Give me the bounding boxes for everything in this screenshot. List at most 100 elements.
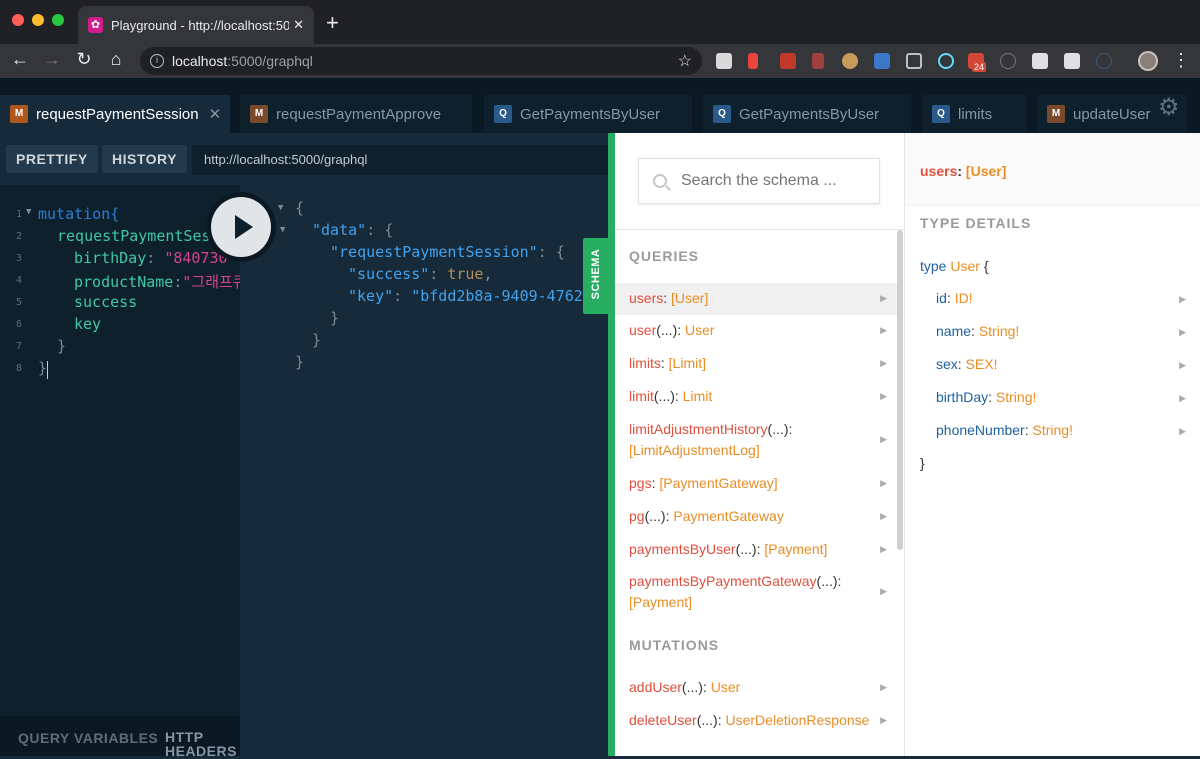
chevron-right-icon: ▶ (1179, 360, 1186, 370)
pocket-icon[interactable] (906, 53, 922, 69)
tab-requestPaymentSession[interactable]: M requestPaymentSession ✕ (0, 95, 230, 133)
url-host: localhost (172, 53, 228, 69)
line-number: 2 (15, 231, 22, 242)
chevron-right-icon: ▶ (880, 358, 887, 368)
extension-icon[interactable] (716, 53, 732, 69)
query-type: [Payment] (629, 594, 693, 610)
query-type: [PaymentGateway] (659, 475, 778, 491)
gmail-icon[interactable] (1032, 53, 1048, 69)
mutation-name: addUser (629, 679, 682, 695)
browser-menu-icon[interactable]: ⋮ (1172, 50, 1190, 70)
browser-tab[interactable]: ✿ Playground - http://localhost:5000 ✕ (78, 6, 314, 44)
schema-panel-edge (608, 133, 615, 756)
query-item-paymentsByUser[interactable]: paymentsByUser(...): [Payment] ▶ (615, 539, 899, 560)
type-field-name[interactable]: name: String! ▶ (936, 323, 1186, 339)
fold-arrow-icon[interactable]: ▼ (26, 207, 31, 217)
cookie-extension-icon[interactable] (842, 53, 858, 69)
query-badge: Q (932, 105, 950, 123)
back-arrow-icon[interactable]: ← (8, 49, 32, 70)
schema-search-box[interactable] (638, 158, 880, 204)
query-item-limit[interactable]: limit(...): Limit ▶ (615, 386, 899, 407)
prettify-button[interactable]: PRETTIFY (6, 145, 98, 173)
tab-GetPaymentsByUser-2[interactable]: Q GetPaymentsByUser (703, 95, 911, 133)
extension-icon[interactable] (1096, 53, 1112, 69)
settings-gear-icon[interactable]: ⚙ (1158, 93, 1180, 122)
chevron-right-icon: ▶ (880, 511, 887, 521)
schema-tab[interactable]: SCHEMA (583, 238, 608, 314)
type-field-phoneNumber[interactable]: phoneNumber: String! ▶ (936, 422, 1186, 438)
close-tab-icon[interactable]: ✕ (209, 105, 222, 123)
query-args: (...) (767, 421, 789, 437)
tab-limits[interactable]: Q limits (922, 95, 1026, 133)
tab-label: GetPaymentsByUser (739, 105, 880, 123)
chevron-right-icon: ▶ (1179, 294, 1186, 304)
schema-search-input[interactable] (681, 172, 871, 190)
query-item-limitAdjustmentHistory[interactable]: limitAdjustmentHistory(...): [LimitAdjust… (615, 419, 899, 461)
profile-avatar[interactable] (1138, 51, 1158, 71)
docs-scrollbar[interactable] (897, 230, 903, 550)
schema-root-column: QUERIES users: [User]▶ user(...): User▶ … (615, 133, 905, 756)
query-name: limit (629, 388, 654, 404)
query-item-user[interactable]: user(...): User ▶ (615, 320, 899, 341)
mutations-heading: MUTATIONS (629, 637, 720, 653)
query-args: (...) (735, 541, 757, 557)
code-line-6: key (74, 315, 102, 333)
endpoint-url-input[interactable]: http://localhost:5000/graphql (192, 145, 610, 175)
query-item-pg[interactable]: pg(...): PaymentGateway ▶ (615, 506, 899, 527)
address-bar[interactable]: i localhost:5000/graphql ☆ (140, 47, 702, 75)
line-number: 1 (15, 209, 22, 220)
extension-icon[interactable] (1000, 53, 1016, 69)
field-type: String! (995, 389, 1037, 405)
mutation-name: deleteUser (629, 712, 697, 728)
chevron-right-icon: ▶ (880, 434, 887, 444)
tab-requestPaymentApprove[interactable]: M requestPaymentApprove (240, 95, 472, 133)
fold-arrow-icon[interactable]: ▼ (280, 225, 285, 235)
query-item-users[interactable]: users: [User] ▶ (615, 283, 899, 315)
close-window-button[interactable] (12, 14, 24, 26)
minimize-window-button[interactable] (32, 14, 44, 26)
execute-query-button[interactable] (206, 192, 276, 262)
forward-arrow-icon[interactable]: → (40, 49, 64, 70)
chevron-right-icon: ▶ (880, 544, 887, 554)
type-field-sex[interactable]: sex: SEX! ▶ (936, 356, 1186, 372)
maximize-window-button[interactable] (52, 14, 64, 26)
bookmark-star-icon[interactable]: ☆ (678, 51, 692, 71)
tab-label: requestPaymentSession (36, 105, 199, 123)
type-field-birthDay[interactable]: birthDay: String! ▶ (936, 389, 1186, 405)
query-type: User (685, 322, 715, 338)
trello-icon[interactable] (1064, 53, 1080, 69)
tab-GetPaymentsByUser[interactable]: Q GetPaymentsByUser (484, 95, 692, 133)
extension-icon[interactable] (812, 53, 824, 69)
type-detail-header: users: [User] (905, 133, 1200, 205)
type-field-id[interactable]: id: ID! ▶ (936, 290, 1186, 306)
extension-icon[interactable] (874, 53, 890, 69)
home-icon[interactable]: ⌂ (104, 49, 128, 70)
react-devtools-icon[interactable] (938, 53, 954, 69)
mutation-item-deleteUser[interactable]: deleteUser(...): UserDeletionResponse ▶ (615, 710, 899, 731)
query-item-limits[interactable]: limits: [Limit] ▶ (615, 353, 899, 374)
mutation-item-addUser[interactable]: addUser(...): User ▶ (615, 677, 899, 698)
line-number: 3 (15, 253, 22, 264)
query-variables-tab[interactable]: QUERY VARIABLES (18, 730, 158, 746)
extension-icon[interactable] (780, 53, 796, 69)
query-editor[interactable]: 1 2 3 4 5 6 7 8 ▼ mutation{ requestPayme… (0, 185, 240, 716)
query-type: [Limit] (668, 355, 707, 371)
query-item-pgs[interactable]: pgs: [PaymentGateway] ▶ (615, 473, 899, 494)
query-item-paymentsByPaymentGateway[interactable]: paymentsByPaymentGateway(...): [Payment] ▶ (615, 571, 899, 613)
query-type: [Payment] (764, 541, 828, 557)
new-tab-button[interactable]: + (326, 10, 339, 36)
url-path: :5000/graphql (227, 53, 313, 69)
history-button[interactable]: HISTORY (102, 145, 187, 173)
http-headers-tab[interactable]: HTTP HEADERS (165, 730, 236, 758)
browser-tab-title: Playground - http://localhost:5000 (111, 17, 290, 33)
extension-icon[interactable] (748, 53, 758, 69)
query-name: users (629, 290, 664, 306)
type-name[interactable]: User (950, 258, 980, 274)
close-tab-icon[interactable]: ✕ (293, 17, 304, 33)
query-variables-bar[interactable]: QUERY VARIABLES HTTP HEADERS (0, 716, 240, 758)
type-details-heading: TYPE DETAILS (920, 215, 1032, 231)
fold-arrow-icon[interactable]: ▼ (278, 203, 283, 213)
site-info-icon[interactable]: i (150, 54, 164, 68)
reload-icon[interactable]: ↻ (72, 49, 96, 70)
mutation-badge: M (1047, 105, 1065, 123)
